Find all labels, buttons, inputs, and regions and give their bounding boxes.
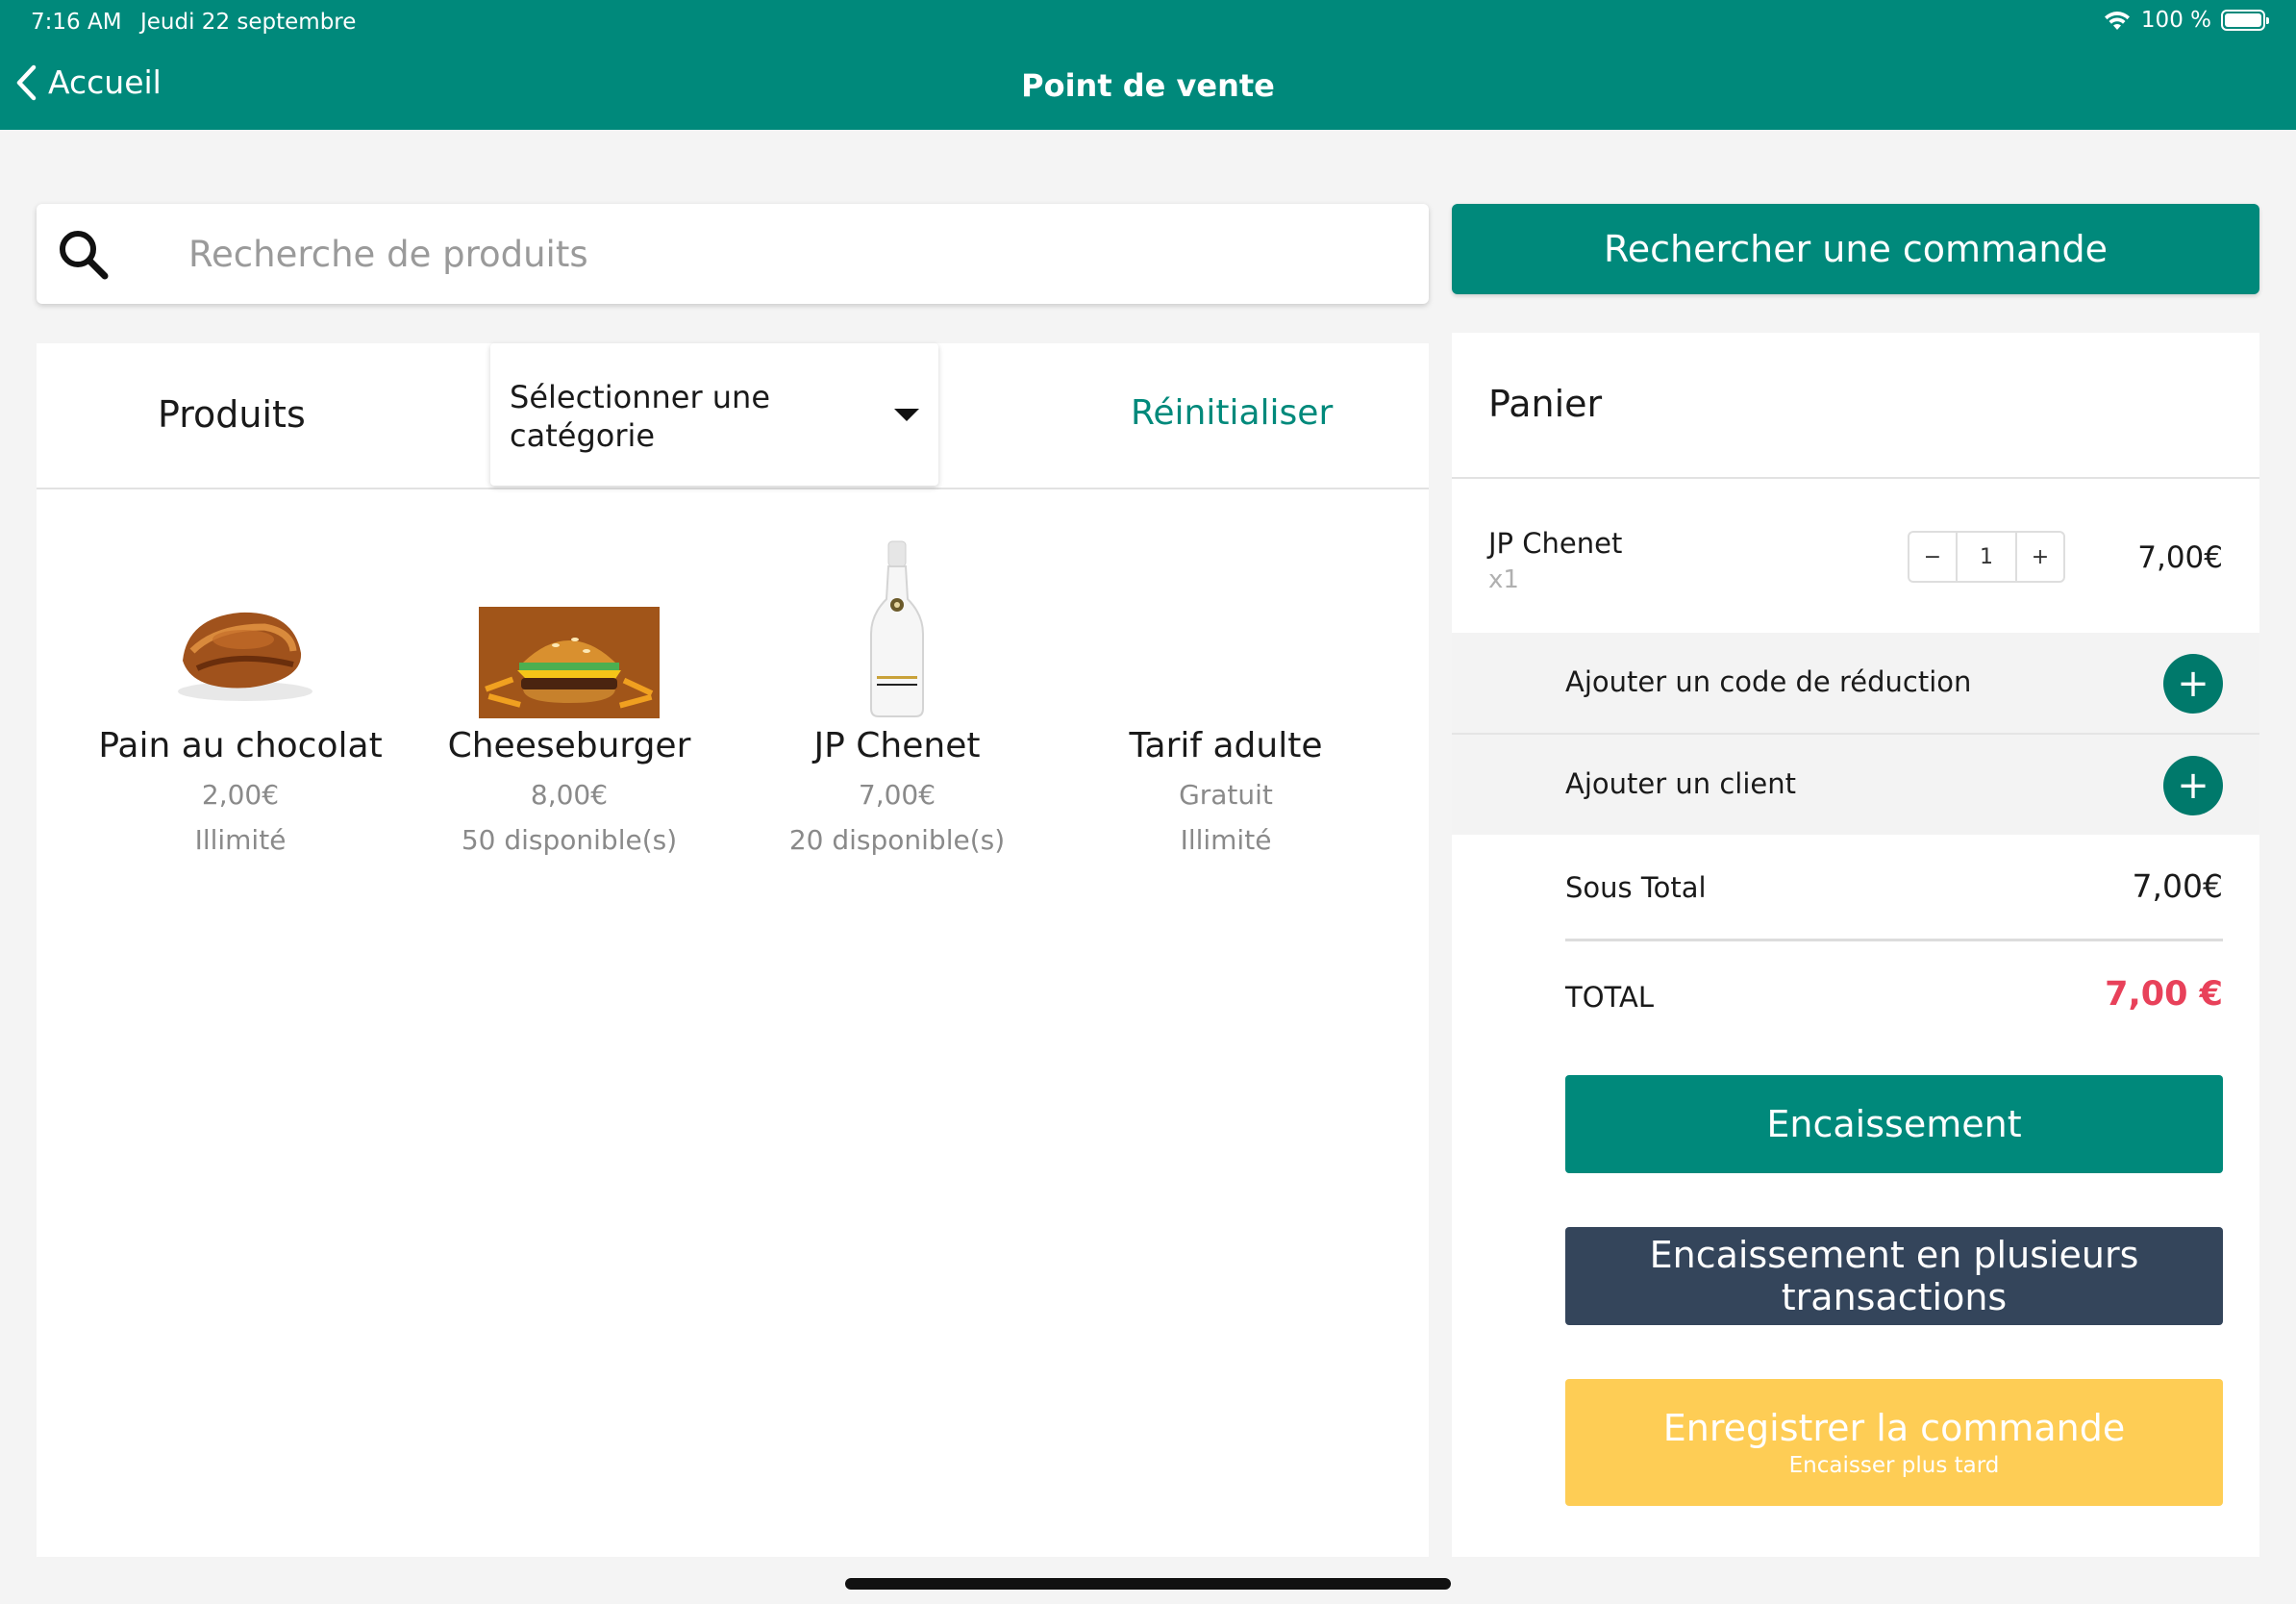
products-title: Produits: [158, 393, 306, 436]
total-label: TOTAL: [1565, 981, 1654, 1014]
quantity-value[interactable]: 1: [1956, 533, 2017, 581]
divider: [1452, 477, 2259, 479]
subtotal-value: 7,00€: [2132, 867, 2223, 905]
product-image: [734, 526, 1061, 718]
total-value: 7,00 €: [2105, 975, 2223, 1014]
increment-button[interactable]: +: [2017, 533, 2063, 581]
divider: [1565, 939, 2223, 941]
save-order-button[interactable]: Enregistrer la commande Encaisser plus t…: [1565, 1379, 2223, 1506]
add-client-row[interactable]: Ajouter un client +: [1452, 735, 2259, 835]
product-name: Cheeseburger: [447, 726, 691, 765]
battery-icon: [2221, 10, 2269, 31]
product-name: JP Chenet: [813, 726, 981, 765]
product-price: Gratuit: [1179, 779, 1273, 811]
product-stock: Illimité: [1180, 824, 1272, 856]
product-price: 8,00€: [530, 779, 609, 811]
save-order-label: Enregistrer la commande: [1662, 1407, 2126, 1449]
cart-panel: Panier JP Chenet x1 − 1 + 7,00€ Ajouter …: [1452, 333, 2259, 1557]
pain-au-chocolat-image: [178, 612, 312, 701]
caret-down-icon: [894, 409, 919, 421]
top-bar: 7:16 AM Jeudi 22 septembre 100 % Accueil…: [0, 0, 2296, 130]
products-panel: Produits Sélectionner une catégorie Réin…: [37, 343, 1429, 1557]
product-card-pain-au-chocolat[interactable]: Pain au chocolat 2,00€ Illimité: [77, 526, 404, 856]
product-card-tarif-adulte[interactable]: Tarif adulte Gratuit Illimité: [1062, 526, 1389, 856]
battery-percent: 100 %: [2140, 8, 2211, 33]
product-image: [77, 526, 404, 718]
plus-icon: +: [2177, 764, 2209, 808]
product-stock: 20 disponible(s): [788, 824, 1006, 856]
cart-item-qty: x1: [1488, 565, 1519, 594]
product-stock: Illimité: [194, 824, 287, 856]
multi-checkout-button[interactable]: Encaissement en plusieurs transactions: [1565, 1227, 2223, 1325]
product-stock: 50 disponible(s): [461, 824, 678, 856]
status-time: 7:16 AM: [31, 10, 122, 35]
search-input[interactable]: [188, 204, 1400, 304]
product-price: 7,00€: [858, 779, 936, 811]
find-order-button[interactable]: Rechercher une commande: [1452, 204, 2259, 294]
product-name: Pain au chocolat: [98, 726, 383, 765]
save-order-sublabel: Encaisser plus tard: [1788, 1453, 2000, 1478]
products-header: Produits Sélectionner une catégorie Réin…: [37, 343, 1429, 489]
add-client-label: Ajouter un client: [1565, 767, 1797, 800]
product-price: 2,00€: [201, 779, 280, 811]
quantity-stepper: − 1 +: [1908, 531, 2065, 583]
product-card-jp-chenet[interactable]: JP Chenet 7,00€ 20 disponible(s): [734, 526, 1061, 856]
product-name: Tarif adulte: [1129, 726, 1323, 765]
product-search[interactable]: [37, 204, 1429, 304]
home-indicator[interactable]: [845, 1578, 1451, 1590]
checkout-button[interactable]: Encaissement: [1565, 1075, 2223, 1173]
product-image-empty: [1062, 526, 1389, 718]
jp-chenet-bottle-image: [870, 540, 924, 717]
status-indicators: 100 %: [2103, 8, 2269, 33]
category-select[interactable]: Sélectionner une catégorie: [490, 343, 938, 486]
cheeseburger-image: [479, 607, 660, 718]
add-discount-label: Ajouter un code de réduction: [1565, 665, 1972, 698]
product-image: [406, 526, 733, 718]
plus-icon: +: [2177, 662, 2209, 706]
cart-item-name: JP Chenet: [1488, 527, 1623, 560]
search-icon: [60, 231, 109, 280]
add-client-button[interactable]: +: [2163, 756, 2223, 815]
reset-button[interactable]: Réinitialiser: [1131, 393, 1333, 433]
status-date: Jeudi 22 septembre: [140, 10, 357, 35]
wifi-icon: [2104, 12, 2130, 30]
subtotal-label: Sous Total: [1565, 871, 1707, 904]
decrement-button[interactable]: −: [1909, 533, 1956, 581]
page-title: Point de vente: [1021, 67, 1275, 104]
category-select-label: Sélectionner une catégorie: [510, 379, 771, 454]
cart-item-price: 7,00€: [2137, 540, 2223, 575]
add-discount-button[interactable]: +: [2163, 654, 2223, 714]
add-discount-row[interactable]: Ajouter un code de réduction +: [1452, 633, 2259, 733]
cart-title: Panier: [1488, 383, 1603, 425]
product-card-cheeseburger[interactable]: Cheeseburger 8,00€ 50 disponible(s): [406, 526, 733, 856]
